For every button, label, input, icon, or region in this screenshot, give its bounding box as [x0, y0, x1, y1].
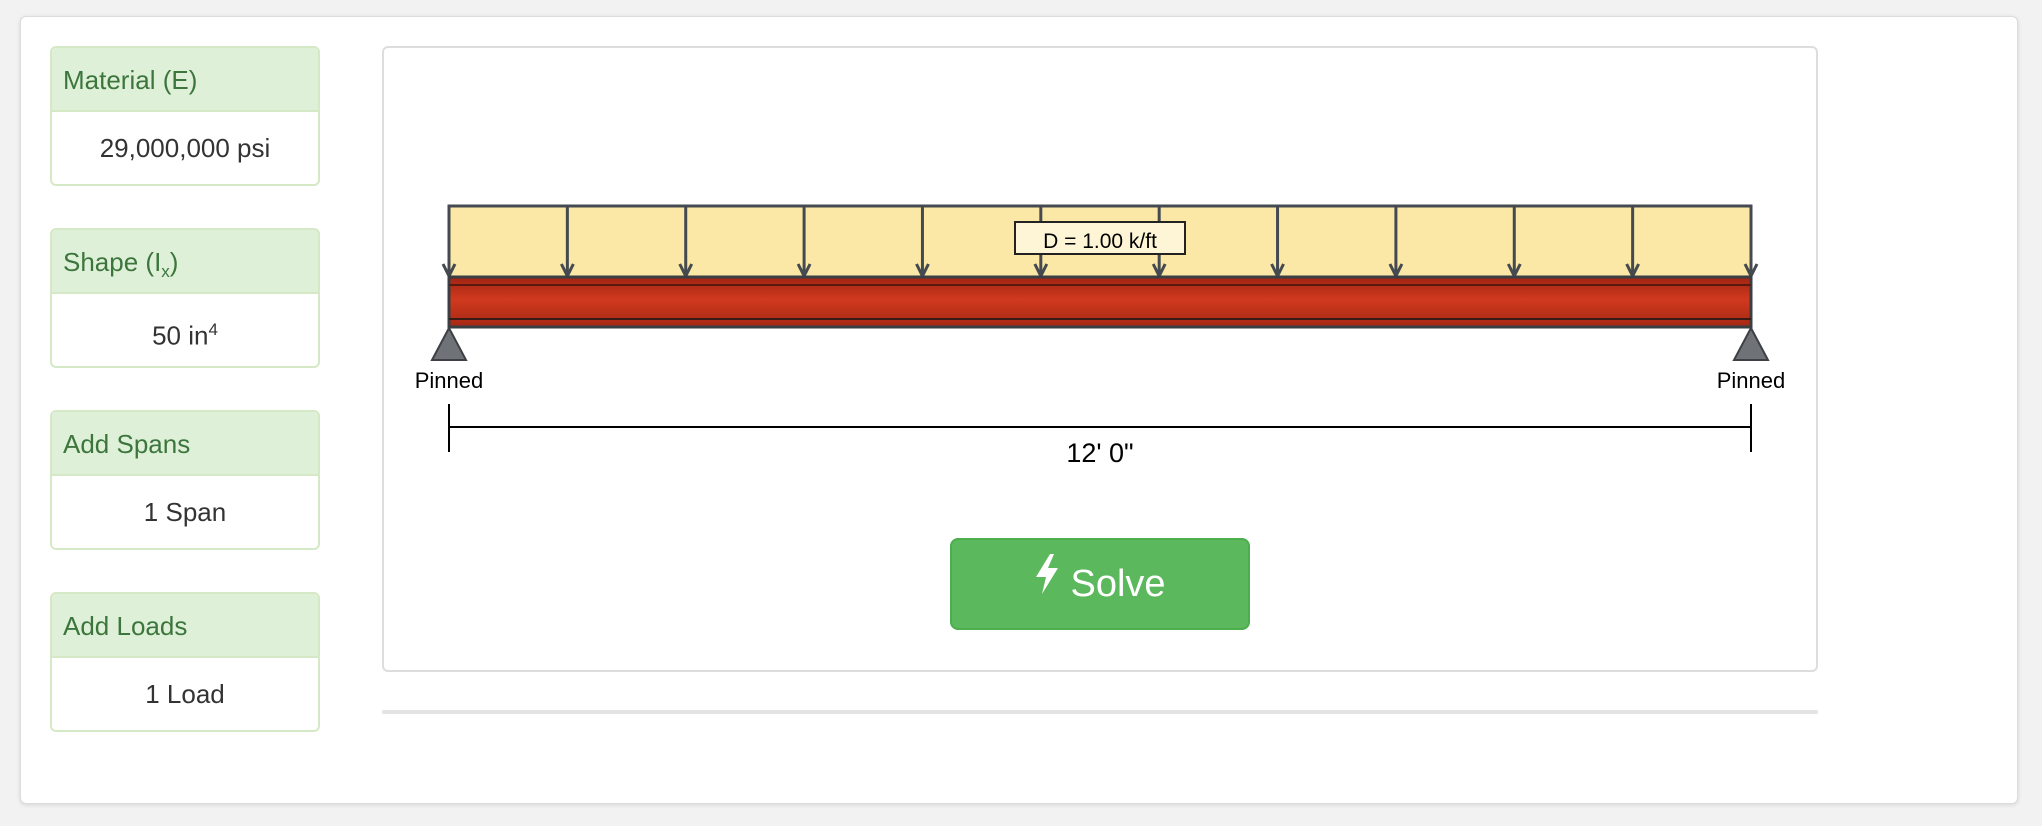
- load-label: D = 1.00 k/ft: [1043, 230, 1157, 253]
- left-support-label: Pinned: [415, 368, 484, 393]
- bolt-icon: [1034, 538, 1060, 626]
- beam-diagram: D = 1.00 k/ft Pinned Pinned 12' 0": [415, 204, 1786, 468]
- right-support-label: Pinned: [1717, 368, 1786, 393]
- span-length-label[interactable]: 12' 0": [1066, 438, 1133, 468]
- solve-label: Solve: [1070, 563, 1166, 605]
- right-pinned-support-icon[interactable]: [1732, 325, 1770, 361]
- section-divider: [382, 710, 1818, 714]
- left-pinned-support-icon[interactable]: [430, 325, 468, 361]
- solve-button[interactable]: Solve: [950, 538, 1250, 630]
